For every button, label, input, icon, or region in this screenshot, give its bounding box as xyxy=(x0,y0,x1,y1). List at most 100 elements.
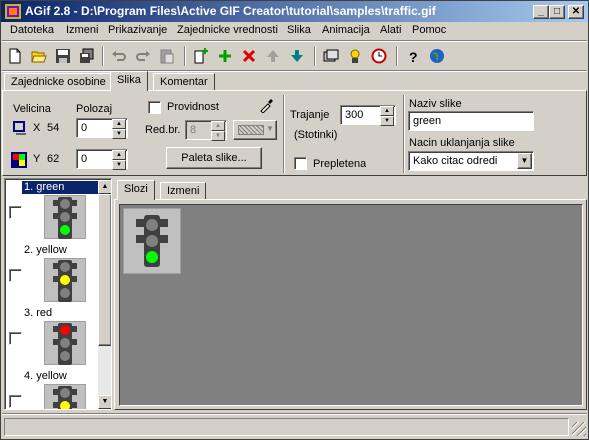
minimize-button[interactable]: _ xyxy=(533,5,549,19)
trajanje-spinner[interactable]: ▲ ▼ xyxy=(380,106,394,126)
web-icon[interactable] xyxy=(426,45,448,67)
frame-checkbox[interactable] xyxy=(9,395,22,408)
maximize-button[interactable]: □ xyxy=(549,5,565,19)
size-x-icon xyxy=(13,121,27,135)
position-x-value: 0 xyxy=(81,122,88,134)
tab-slika[interactable]: Slika xyxy=(110,71,148,91)
paleta-slike-button[interactable]: Paleta slike... xyxy=(166,147,262,169)
redbr-value: 8 xyxy=(190,124,197,136)
eyedropper-icon[interactable] xyxy=(259,97,275,114)
spin-down-icon[interactable]: ▼ xyxy=(112,160,126,170)
paste-icon[interactable] xyxy=(156,45,178,67)
spin-up-icon[interactable]: ▲ xyxy=(112,150,126,160)
redo-icon[interactable] xyxy=(132,45,154,67)
naziv-slike-label: Naziv slike xyxy=(409,98,462,110)
toolbar-separator-line xyxy=(2,70,587,72)
menu-alati[interactable]: Alati xyxy=(380,24,401,36)
size-y-icon xyxy=(11,152,27,168)
spin-down-icon[interactable]: ▼ xyxy=(211,131,225,141)
view-panel xyxy=(114,199,587,410)
frame-thumbnail[interactable] xyxy=(44,321,86,365)
spin-up-icon[interactable]: ▲ xyxy=(380,106,394,116)
section-divider xyxy=(283,95,285,173)
frame-list[interactable]: 1. green 2. yellow 3. red 4. yellow ▲ ▼ xyxy=(4,178,112,410)
scroll-down-icon[interactable]: ▼ xyxy=(98,395,111,409)
tab-slozi[interactable]: Slozi xyxy=(117,180,155,200)
close-button[interactable]: ✕ xyxy=(568,5,584,19)
new-file-icon[interactable] xyxy=(4,45,26,67)
frame-thumbnail[interactable] xyxy=(44,258,86,302)
position-x-spinner[interactable]: ▲ ▼ xyxy=(112,119,126,139)
menu-pomoc[interactable]: Pomoc xyxy=(412,24,446,36)
naziv-slike-input[interactable]: green xyxy=(408,111,534,131)
clock-icon[interactable] xyxy=(368,45,390,67)
tab-izmeni[interactable]: Izmeni xyxy=(160,182,207,200)
add-frame-icon[interactable] xyxy=(190,45,212,67)
lamp xyxy=(60,275,70,285)
menu-prikazivanje[interactable]: Prikazivanje xyxy=(108,24,167,36)
save-as-icon[interactable] xyxy=(76,45,98,67)
save-icon[interactable] xyxy=(52,45,74,67)
lamp xyxy=(60,212,70,222)
frame-item[interactable]: 3. red xyxy=(9,307,102,370)
y-size-value: 62 xyxy=(47,153,60,165)
frame-item[interactable]: 1. green xyxy=(9,181,102,244)
insert-frame-icon[interactable] xyxy=(214,45,236,67)
frame-checkbox[interactable] xyxy=(9,269,22,282)
move-down-icon[interactable] xyxy=(286,45,308,67)
dropdown-arrow-icon[interactable]: ▼ xyxy=(517,153,532,169)
open-folder-icon[interactable] xyxy=(28,45,50,67)
redbr-input[interactable]: 8 ▲ ▼ xyxy=(185,120,227,141)
resize-grip-icon[interactable] xyxy=(572,422,586,436)
spin-down-icon[interactable]: ▼ xyxy=(380,116,394,126)
lamp xyxy=(146,235,158,247)
menu-izmeni[interactable]: Izmeni xyxy=(66,24,98,36)
menu-zajednicke-vrednosti[interactable]: Zajednicke vrednosti xyxy=(177,24,278,36)
title-bar[interactable]: AGif 2.8 - D:\Program Files\Active GIF C… xyxy=(1,1,588,22)
tab-komentar[interactable]: Komentar xyxy=(153,73,215,91)
position-y-spinner[interactable]: ▲ ▼ xyxy=(112,150,126,170)
menu-datoteka[interactable]: Datoteka xyxy=(10,24,54,36)
traffic-light-image xyxy=(53,197,77,239)
frame-checkbox[interactable] xyxy=(9,332,22,345)
x-label: X xyxy=(33,122,41,134)
help-icon[interactable]: ? xyxy=(402,45,424,67)
status-separator xyxy=(2,413,587,415)
prepletena-label: Prepletena xyxy=(313,158,367,170)
frame-item[interactable]: 2. yellow xyxy=(9,244,102,307)
frame-thumbnail[interactable] xyxy=(44,384,86,409)
undo-icon[interactable] xyxy=(108,45,130,67)
position-x-input[interactable]: 0 ▲ ▼ xyxy=(76,118,128,139)
nacin-uklanjanja-select[interactable]: Kako citac odredi ▼ xyxy=(408,151,534,171)
tab-zajednicke-osobine[interactable]: Zajednicke osobine xyxy=(4,73,113,91)
menu-bar: Datoteka Izmeni Prikazivanje Zajednicke … xyxy=(2,22,587,41)
svg-text:?: ? xyxy=(409,49,418,64)
frame-list-items: 1. green 2. yellow 3. red 4. yellow xyxy=(5,179,102,409)
y-label: Y xyxy=(33,153,41,165)
menu-slika[interactable]: Slika xyxy=(287,24,311,36)
spin-up-icon[interactable]: ▲ xyxy=(112,119,126,129)
wizard-icon[interactable] xyxy=(344,45,366,67)
canvas-frame-thumbnail[interactable] xyxy=(123,208,181,274)
trajanje-input[interactable]: 300 ▲ ▼ xyxy=(340,105,396,126)
position-y-input[interactable]: 0 ▲ ▼ xyxy=(76,149,128,170)
delete-icon[interactable] xyxy=(238,45,260,67)
menu-animacija[interactable]: Animacija xyxy=(322,24,370,36)
lamp xyxy=(60,388,70,398)
redbr-spinner[interactable]: ▲ ▼ xyxy=(211,121,225,141)
frame-thumbnail[interactable] xyxy=(44,195,86,239)
frame-list-scrollbar[interactable]: ▲ ▼ xyxy=(98,180,111,409)
spin-up-icon[interactable]: ▲ xyxy=(211,121,225,131)
scroll-thumb[interactable] xyxy=(98,194,111,346)
move-up-icon[interactable] xyxy=(262,45,284,67)
spin-down-icon[interactable]: ▼ xyxy=(112,129,126,139)
redbr-label: Red.br. xyxy=(145,124,181,136)
scroll-up-icon[interactable]: ▲ xyxy=(98,180,111,194)
prepletena-checkbox[interactable] xyxy=(294,157,307,170)
frame-checkbox[interactable] xyxy=(9,206,22,219)
animation-canvas[interactable] xyxy=(119,204,583,406)
preview-icon[interactable] xyxy=(320,45,342,67)
frame-item[interactable]: 4. yellow xyxy=(9,370,102,409)
providnost-checkbox[interactable] xyxy=(148,101,161,114)
transparent-color-picker[interactable]: ▼ xyxy=(233,120,277,140)
